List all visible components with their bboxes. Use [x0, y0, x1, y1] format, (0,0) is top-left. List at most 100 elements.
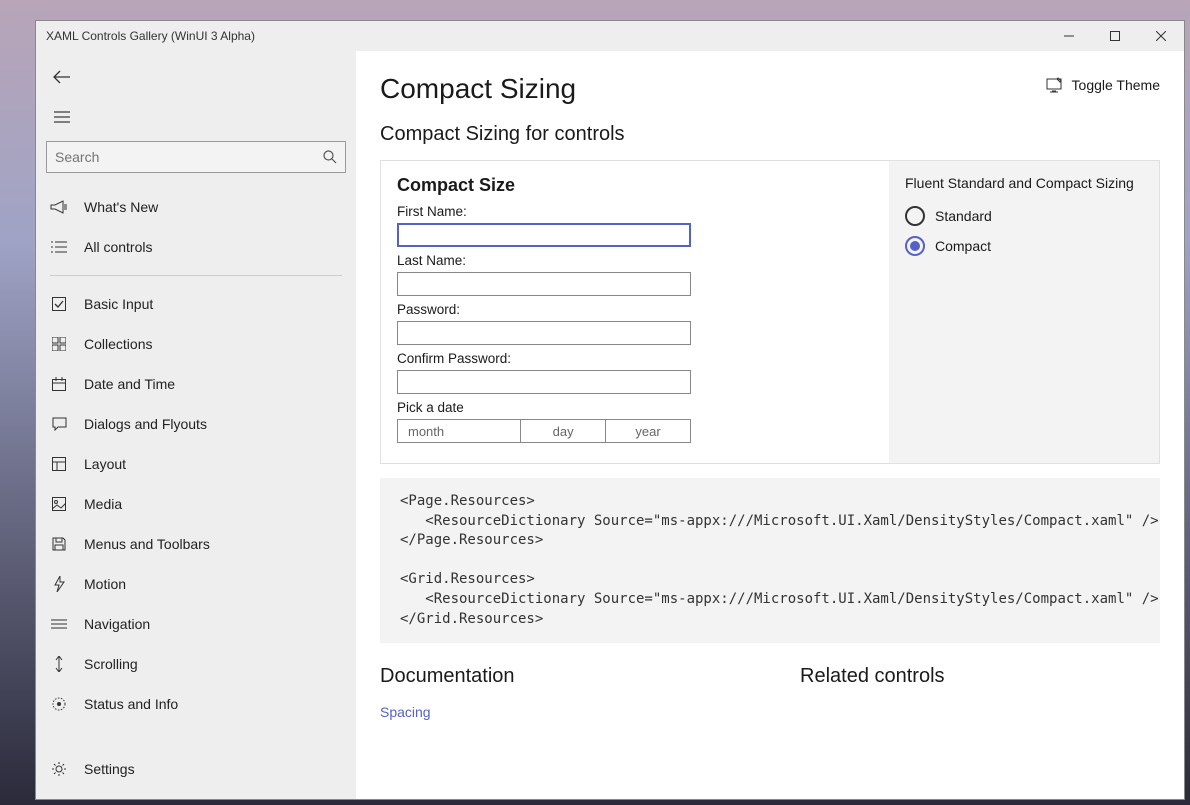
nav-whats-new[interactable]: What's New	[36, 187, 356, 227]
nav-label: What's New	[84, 199, 158, 215]
radio-compact-circle	[905, 236, 925, 256]
toggle-theme-button[interactable]: Toggle Theme	[1046, 77, 1160, 93]
minimize-button[interactable]	[1046, 21, 1092, 51]
hamburger-button[interactable]	[46, 101, 78, 133]
search-input[interactable]	[55, 149, 323, 165]
window-controls	[1046, 21, 1184, 51]
nav-media[interactable]: Media	[36, 484, 356, 524]
card-title: Compact Size	[397, 175, 873, 196]
example-card: Compact Size First Name: Last Name: Pass…	[380, 160, 1160, 464]
radio-standard-label: Standard	[935, 208, 992, 224]
date-year[interactable]: year	[606, 420, 690, 442]
list-icon	[51, 240, 67, 254]
nav-label: All controls	[84, 239, 152, 255]
nav-label: Collections	[84, 336, 152, 352]
date-month[interactable]: month	[398, 420, 521, 442]
nav-scrolling[interactable]: Scrolling	[36, 644, 356, 684]
app-window: XAML Controls Gallery (WinUI 3 Alpha)	[35, 20, 1185, 800]
nav-basic-input[interactable]: Basic Input	[36, 284, 356, 324]
close-button[interactable]	[1138, 21, 1184, 51]
save-icon	[52, 537, 66, 551]
date-day[interactable]: day	[521, 420, 606, 442]
megaphone-icon	[50, 200, 68, 214]
nav-label: Menus and Toolbars	[84, 536, 210, 552]
first-name-input[interactable]	[397, 223, 691, 247]
navigation-icon	[51, 618, 67, 630]
nav-label: Basic Input	[84, 296, 153, 312]
related-title: Related controls	[800, 665, 1160, 688]
search-icon	[323, 150, 337, 164]
radio-standard-circle	[905, 206, 925, 226]
password-label: Password:	[397, 302, 873, 317]
related-section: Related controls	[800, 665, 1160, 720]
nav-layout[interactable]: Layout	[36, 444, 356, 484]
nav-label: Status and Info	[84, 696, 178, 712]
toggle-theme-label: Toggle Theme	[1072, 77, 1160, 93]
nav-motion[interactable]: Motion	[36, 564, 356, 604]
nav-navigation[interactable]: Navigation	[36, 604, 356, 644]
checkbox-icon	[52, 297, 66, 311]
maximize-icon	[1110, 31, 1120, 41]
confirm-password-input[interactable]	[397, 370, 691, 394]
sidebar-footer: Settings	[36, 743, 356, 799]
content: What's New All controls Basic Input Coll…	[36, 51, 1184, 799]
example-left: Compact Size First Name: Last Name: Pass…	[381, 161, 889, 463]
maximize-button[interactable]	[1092, 21, 1138, 51]
status-icon	[52, 697, 66, 711]
doc-link-spacing[interactable]: Spacing	[380, 704, 431, 720]
date-picker[interactable]: month day year	[397, 419, 691, 443]
scroll-icon	[52, 656, 66, 672]
nav-date-time[interactable]: Date and Time	[36, 364, 356, 404]
window-title: XAML Controls Gallery (WinUI 3 Alpha)	[36, 29, 255, 43]
last-name-input[interactable]	[397, 272, 691, 296]
nav-all-controls[interactable]: All controls	[36, 227, 356, 267]
nav: What's New All controls Basic Input Coll…	[36, 187, 356, 743]
gear-icon	[51, 761, 67, 777]
nav-collections[interactable]: Collections	[36, 324, 356, 364]
media-icon	[52, 497, 66, 511]
nav-menus-toolbars[interactable]: Menus and Toolbars	[36, 524, 356, 564]
documentation-section: Documentation Spacing	[380, 665, 740, 720]
confirm-password-label: Confirm Password:	[397, 351, 873, 366]
nav-label: Media	[84, 496, 122, 512]
main[interactable]: Compact Sizing Toggle Theme Compact Sizi…	[356, 51, 1184, 799]
theme-icon	[1046, 77, 1064, 93]
nav-label: Settings	[84, 761, 135, 777]
page-header: Compact Sizing Toggle Theme	[380, 73, 1160, 105]
example-options: Fluent Standard and Compact Sizing Stand…	[889, 161, 1159, 463]
radio-standard[interactable]: Standard	[905, 201, 1143, 231]
back-button[interactable]	[46, 61, 78, 93]
radio-compact[interactable]: Compact	[905, 231, 1143, 261]
nav-label: Dialogs and Flyouts	[84, 416, 207, 432]
close-icon	[1156, 31, 1166, 41]
back-arrow-icon	[53, 70, 71, 84]
calendar-icon	[52, 377, 66, 391]
password-input[interactable]	[397, 321, 691, 345]
sidebar: What's New All controls Basic Input Coll…	[36, 51, 356, 799]
minimize-icon	[1064, 31, 1074, 41]
sidebar-top	[36, 51, 356, 133]
documentation-title: Documentation	[380, 665, 740, 688]
titlebar: XAML Controls Gallery (WinUI 3 Alpha)	[36, 21, 1184, 51]
nav-label: Navigation	[84, 616, 150, 632]
nav-settings[interactable]: Settings	[36, 749, 356, 789]
nav-status-info[interactable]: Status and Info	[36, 684, 356, 724]
nav-label: Scrolling	[84, 656, 138, 672]
pick-date-label: Pick a date	[397, 400, 873, 415]
section-title: Compact Sizing for controls	[380, 123, 1160, 146]
bottom-columns: Documentation Spacing Related controls	[380, 665, 1160, 720]
layout-icon	[52, 457, 66, 471]
page-title: Compact Sizing	[380, 73, 576, 105]
radio-compact-label: Compact	[935, 238, 991, 254]
nav-dialogs-flyouts[interactable]: Dialogs and Flyouts	[36, 404, 356, 444]
options-title: Fluent Standard and Compact Sizing	[905, 175, 1143, 191]
nav-label: Layout	[84, 456, 126, 472]
hamburger-icon	[54, 111, 70, 123]
nav-label: Motion	[84, 576, 126, 592]
nav-label: Date and Time	[84, 376, 175, 392]
first-name-label: First Name:	[397, 204, 873, 219]
search-box[interactable]	[46, 141, 346, 173]
code-block: <Page.Resources> <ResourceDictionary Sou…	[380, 478, 1160, 643]
motion-icon	[52, 576, 66, 592]
chat-icon	[52, 417, 67, 431]
